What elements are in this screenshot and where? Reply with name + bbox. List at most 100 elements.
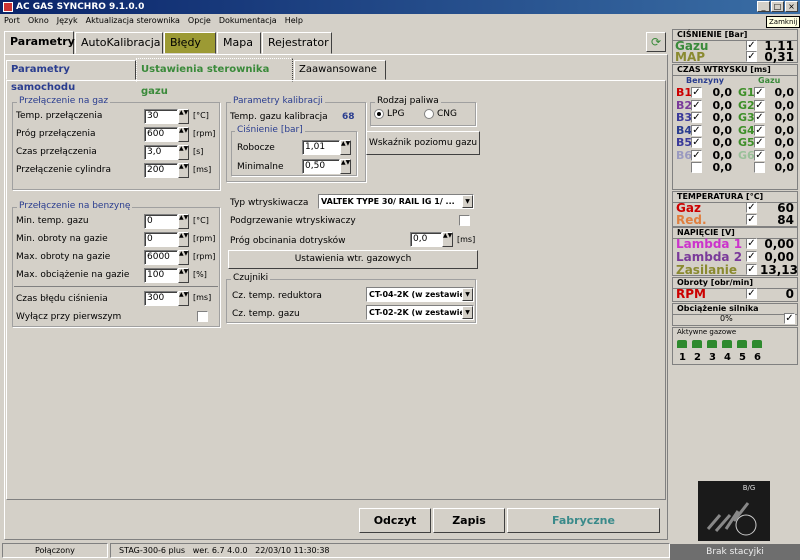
injector-number: 2 <box>694 352 701 363</box>
inj-petrol-label: B6 <box>676 148 693 162</box>
rpm-checkbox[interactable]: ✓ <box>746 288 757 299</box>
min-rpm-spinner[interactable]: ▲▼ <box>178 232 189 247</box>
calib-temp-value: 68 <box>342 112 355 122</box>
load-checkbox[interactable]: ✓ <box>784 313 795 324</box>
inj-gas-label: G5 <box>738 136 755 149</box>
maximize-button[interactable]: □ <box>771 1 784 12</box>
close-button[interactable]: × <box>785 1 798 12</box>
read-button[interactable]: Odczyt <box>359 508 431 533</box>
subtab-zaawansowane[interactable]: Zaawansowane <box>294 60 386 80</box>
gas-switch-title: Przełączenie na gaz <box>17 96 111 106</box>
pressure-error-input[interactable]: 300 <box>144 291 178 306</box>
pressure-gas-checkbox[interactable]: ✓ <box>746 40 757 51</box>
injector-type-select[interactable]: VALTEK TYPE 30/ RAIL IG 1/ ... <box>318 194 474 209</box>
max-rpm-input[interactable]: 6000 <box>144 250 178 265</box>
max-rpm-spinner[interactable]: ▲▼ <box>178 250 189 265</box>
subtab-ustawienia-sterownika[interactable]: Ustawienia sterownika gazu <box>136 58 293 97</box>
tab-bledy[interactable]: Błędy <box>164 32 216 54</box>
tab-parametry[interactable]: Parametry <box>4 31 75 55</box>
robocze-spinner[interactable]: ▲▼ <box>340 140 351 155</box>
sensors-title: Czujniki <box>231 273 271 283</box>
tab-rejestrator[interactable]: Rejestrator <box>262 32 332 54</box>
inj-petrol-value: 0,0 <box>712 111 733 124</box>
inj-petrol-value: 0,0 <box>712 86 733 99</box>
pressure-error-spinner[interactable]: ▲▼ <box>178 291 189 306</box>
max-rpm-label: Max. obroty na gazie <box>16 252 111 262</box>
inj-petrol-checkbox[interactable]: ✓ <box>691 87 702 98</box>
reducer-sensor-arrow[interactable]: ▼ <box>462 288 473 301</box>
switch-cylinder-spinner[interactable]: ▲▼ <box>178 163 189 178</box>
cng-label: CNG <box>437 109 457 119</box>
inj-petrol-checkbox[interactable]: ✓ <box>691 137 702 148</box>
pressure-map-value: 0,31 <box>764 50 794 64</box>
min-gas-temp-unit: [°C] <box>193 216 209 225</box>
switch-threshold-input[interactable]: 600 <box>144 127 178 142</box>
max-rpm-unit: [rpm] <box>193 252 216 261</box>
switch-time-spinner[interactable]: ▲▼ <box>178 145 189 160</box>
menu-bar: Port Okno Język Aktualizacja sterownika Opcj… <box>0 14 800 28</box>
refresh-icon[interactable]: ⟳ <box>646 32 666 52</box>
pressure-map-checkbox[interactable]: ✓ <box>746 51 757 62</box>
status-connection: Połączony <box>2 543 108 558</box>
menu-okno[interactable]: Okno <box>28 16 49 25</box>
inj-gas-label: G4 <box>738 123 755 137</box>
factory-button[interactable]: Fabryczne <box>507 508 660 533</box>
menu-help[interactable]: Help <box>285 16 303 25</box>
subtab-parametry-samochodu[interactable]: Parametry samochodu <box>6 60 136 93</box>
injector-active-icon <box>722 340 732 348</box>
minimalne-input[interactable]: 0,50 <box>302 159 340 174</box>
min-gas-temp-input[interactable]: 0 <box>144 214 178 229</box>
inj-petrol-checkbox[interactable]: ✓ <box>691 124 702 136</box>
lambda1-checkbox[interactable]: ✓ <box>746 238 757 249</box>
temp-gas-checkbox[interactable]: ✓ <box>746 202 757 213</box>
injector-settings-button[interactable]: Ustawienia wtr. gazowych <box>228 250 478 269</box>
min-rpm-label: Min. obroty na gazie <box>16 234 108 244</box>
minimize-button[interactable]: _ <box>757 1 770 12</box>
switch-temp-spinner[interactable]: ▲▼ <box>178 109 189 124</box>
injector-heat-checkbox[interactable] <box>459 215 470 226</box>
injector-type-arrow[interactable]: ▼ <box>462 195 473 208</box>
menu-dokumentacja[interactable]: Dokumentacja <box>219 16 277 25</box>
minimalne-spinner[interactable]: ▲▼ <box>340 159 351 174</box>
cng-radio[interactable] <box>424 109 434 119</box>
menu-jezyk[interactable]: Język <box>57 16 78 25</box>
temp-red-value: 84 <box>777 213 794 227</box>
min-rpm-unit: [rpm] <box>193 234 216 243</box>
inj-petrol-checkbox[interactable] <box>691 162 702 173</box>
switch-threshold-spinner[interactable]: ▲▼ <box>178 127 189 142</box>
inj-petrol-checkbox[interactable]: ✓ <box>691 99 702 111</box>
threshold-input[interactable]: 0,0 <box>410 232 442 247</box>
supply-checkbox[interactable]: ✓ <box>746 264 757 275</box>
disable-first-checkbox[interactable] <box>197 311 208 322</box>
tab-autokalibracja[interactable]: AutoKalibracja <box>75 32 163 54</box>
robocze-input[interactable]: 1,01 <box>302 140 340 155</box>
min-rpm-input[interactable]: 0 <box>144 232 178 247</box>
tab-mapa[interactable]: Mapa <box>217 32 261 54</box>
inj-gas-label: G6 <box>738 148 755 162</box>
switch-time-input[interactable]: 3,0 <box>144 145 178 160</box>
injector-active-icon <box>707 340 717 348</box>
temp-red-checkbox[interactable]: ✓ <box>746 214 757 225</box>
gas-sensor-arrow[interactable]: ▼ <box>462 306 473 319</box>
gas-sensor-select[interactable]: CT-02-2K (w zestawie) <box>366 305 474 320</box>
threshold-spinner[interactable]: ▲▼ <box>442 232 453 247</box>
inj-petrol-checkbox[interactable]: ✓ <box>691 112 702 123</box>
menu-aktualizacja[interactable]: Aktualizacja sterownika <box>86 16 180 25</box>
max-load-input[interactable]: 100 <box>144 268 178 283</box>
menu-port[interactable]: Port <box>4 16 20 25</box>
inj-petrol-label: B4 <box>676 123 693 137</box>
injector-number: 1 <box>679 352 686 363</box>
lpg-radio[interactable] <box>374 109 384 119</box>
disable-first-label: Wyłącz przy pierwszym <box>16 312 122 322</box>
switch-cylinder-input[interactable]: 200 <box>144 163 178 178</box>
save-button[interactable]: Zapis <box>433 508 505 533</box>
inj-petrol-checkbox[interactable]: ✓ <box>691 149 702 161</box>
lambda2-checkbox[interactable]: ✓ <box>746 251 757 262</box>
gas-level-button[interactable]: Wskaźnik poziomu gazu <box>366 131 480 155</box>
col-petrol-label: Benzyny <box>686 76 724 85</box>
menu-opcje[interactable]: Opcje <box>188 16 211 25</box>
min-gas-temp-spinner[interactable]: ▲▼ <box>178 214 189 229</box>
max-load-spinner[interactable]: ▲▼ <box>178 268 189 283</box>
switch-temp-input[interactable]: 30 <box>144 109 178 124</box>
reducer-sensor-select[interactable]: CT-04-2K (w zestawie) <box>366 287 474 302</box>
